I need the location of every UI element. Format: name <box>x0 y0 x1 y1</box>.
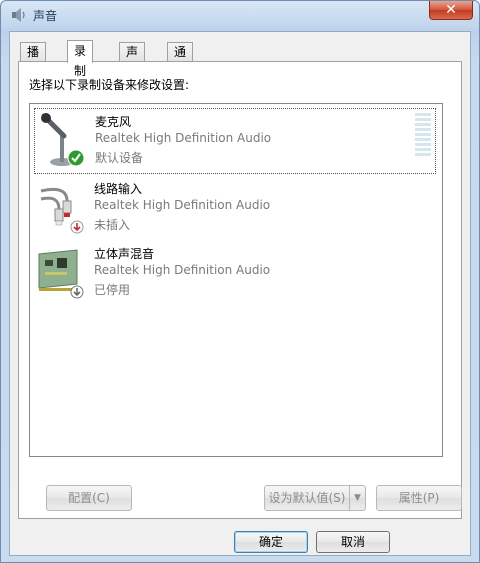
device-status: 已停用 <box>94 283 131 297</box>
device-description: Realtek High Definition Audio <box>94 198 271 212</box>
dialog-body: 播放 录制 声音 通信 选择以下录制设备来修改设置: <box>9 31 471 556</box>
title-bar[interactable]: 声音 ✕ <box>1 1 479 29</box>
tab-playback[interactable]: 播放 <box>20 42 47 77</box>
device-item-line-in[interactable]: 线路输入 Realtek High Definition Audio 未插入 <box>34 176 436 242</box>
microphone-icon <box>41 113 85 167</box>
recording-panel: 选择以下录制设备来修改设置: 麦克风 Realtek High Definiti… <box>18 61 462 519</box>
device-name: 立体声混音 <box>94 247 155 261</box>
instruction-text: 选择以下录制设备来修改设置: <box>29 78 190 92</box>
device-description: Realtek High Definition Audio <box>95 131 272 145</box>
device-name: 麦克风 <box>95 115 132 129</box>
input-level-meter <box>415 113 431 156</box>
sound-card-icon <box>38 249 84 299</box>
close-button[interactable]: ✕ <box>429 1 473 20</box>
device-description: Realtek High Definition Audio <box>94 263 271 277</box>
disabled-badge-icon <box>70 285 84 299</box>
check-badge-icon <box>67 149 85 167</box>
cancel-button[interactable]: 取消 <box>316 531 390 553</box>
device-item-microphone[interactable]: 麦克风 Realtek High Definition Audio 默认设备 <box>34 108 436 174</box>
tab-sounds[interactable]: 声音 <box>119 42 146 77</box>
device-list[interactable]: 麦克风 Realtek High Definition Audio 默认设备 线… <box>29 103 443 457</box>
sound-dialog: 声音 ✕ 播放 录制 声音 通信 选择以下录制设备来修改设置: <box>0 0 480 563</box>
speaker-icon <box>12 8 25 22</box>
device-status: 默认设备 <box>95 151 144 165</box>
set-default-button[interactable]: 设为默认值(S) ▼ <box>264 485 366 511</box>
chevron-down-icon[interactable]: ▼ <box>349 486 365 510</box>
audio-cable-icon <box>40 187 84 234</box>
unplugged-badge-icon <box>70 220 84 234</box>
device-item-stereo-mix[interactable]: 立体声混音 Realtek High Definition Audio 已停用 <box>34 241 436 307</box>
set-default-label: 设为默认值(S) <box>268 491 346 505</box>
device-status: 未插入 <box>94 218 131 232</box>
properties-button[interactable]: 属性(P) <box>376 485 462 511</box>
ok-button[interactable]: 确定 <box>234 531 308 553</box>
configure-button[interactable]: 配置(C) <box>46 485 132 511</box>
device-name: 线路输入 <box>94 182 143 196</box>
window-title: 声音 <box>33 9 58 23</box>
tab-communications[interactable]: 通信 <box>167 42 194 77</box>
tab-recording[interactable]: 录制 <box>67 40 94 78</box>
